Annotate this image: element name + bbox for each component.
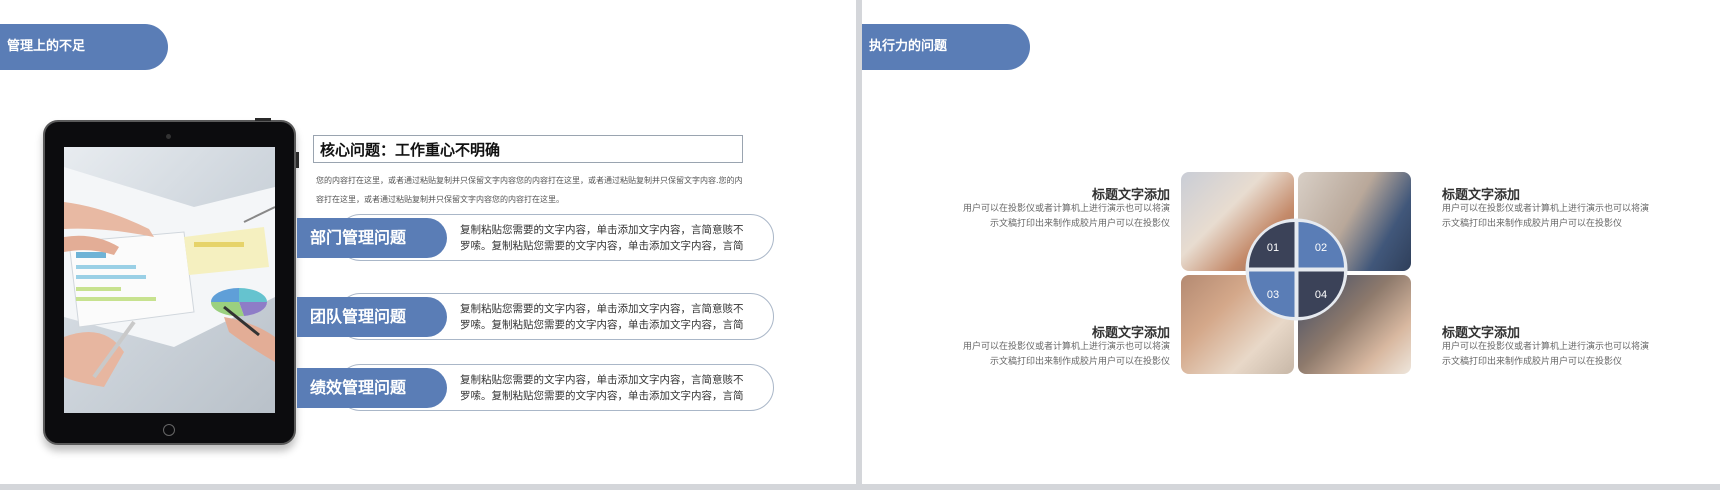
segment-label: 01: [1267, 242, 1279, 254]
segment-label: 03: [1267, 289, 1279, 301]
item-desc-line: 示文稿打印出来制作成胶片用户可以在投影仪: [989, 357, 1170, 367]
item-desc: 用户可以在投影仪或者计算机上进行演示也可以将演 示文稿打印出来制作成胶片用户可以…: [940, 340, 1170, 370]
slide-execution-issues: 执行力的问题 标题文字添加 用户可以在投影仪或者计算机上进行演示也可以将演 示文…: [862, 0, 1720, 484]
item-desc-line: 用户可以在投影仪或者计算机上进行演示也可以将演: [962, 204, 1170, 214]
item-title: 标题文字添加: [1442, 326, 1521, 341]
item-title: 标题文字添加: [1091, 188, 1170, 203]
item-desc-line: 示文稿打印出来制作成胶片用户可以在投影仪: [1442, 357, 1623, 367]
issue-text-line: 罗嗦。复制粘贴您需要的文字内容，单击添加文字内容，言简: [460, 319, 744, 331]
segment-circle: 01 02 03 04: [1245, 218, 1348, 321]
core-issue-heading: 核心问题：工作重心不明确: [313, 135, 743, 163]
item-desc: 用户可以在投影仪或者计算机上进行演示也可以将演 示文稿打印出来制作成胶片用户可以…: [1442, 340, 1672, 370]
tablet-volume-button: [296, 152, 299, 168]
item-desc-line: 示文稿打印出来制作成胶片用户可以在投影仪: [989, 219, 1170, 229]
issue-row-department: 部门管理问题 复制粘贴您需要的文字内容，单击添加文字内容，言简意赅不 罗嗦。复制…: [297, 214, 774, 261]
item-desc: 用户可以在投影仪或者计算机上进行演示也可以将演 示文稿打印出来制作成胶片用户可以…: [940, 202, 1170, 232]
tablet-screen-photo: [64, 147, 275, 413]
slide-title-tab: 执行力的问题: [862, 24, 1030, 70]
item-desc-line: 用户可以在投影仪或者计算机上进行演示也可以将演: [962, 342, 1170, 352]
item-title: 标题文字添加: [1442, 188, 1521, 203]
issue-label: 团队管理问题: [297, 297, 447, 337]
tablet-home-button: [163, 424, 175, 436]
business-documents-illustration: [64, 167, 275, 387]
issue-text-line: 复制粘贴您需要的文字内容，单击添加文字内容，言简意赅不: [460, 303, 744, 315]
issue-text-line: 罗嗦。复制粘贴您需要的文字内容，单击添加文字内容，言简: [460, 390, 744, 402]
issue-text-line: 复制粘贴您需要的文字内容，单击添加文字内容，言简意赅不: [460, 374, 744, 386]
segment-label: 02: [1315, 242, 1327, 254]
slide-management-shortcomings: 管理上的不足 核心问题：工作重心不明确 您的内容打在这里，或者通过粘贴复制并只保…: [0, 0, 856, 484]
slide-title-tab: 管理上的不足: [0, 24, 168, 70]
item-desc: 用户可以在投影仪或者计算机上进行演示也可以将演 示文稿打印出来制作成胶片用户可以…: [1442, 202, 1672, 232]
core-desc-line: 您的内容打在这里，或者通过粘贴复制并只保留文字内容您的内容打在这里，或者通过粘贴…: [316, 176, 743, 185]
issue-text-line: 复制粘贴您需要的文字内容，单击添加文字内容，言简意赅不: [460, 224, 744, 236]
four-photo-grid: 01 02 03 04: [1181, 172, 1411, 374]
issue-text: 复制粘贴您需要的文字内容，单击添加文字内容，言简意赅不 罗嗦。复制粘贴您需要的文…: [460, 222, 760, 254]
item-desc-line: 示文稿打印出来制作成胶片用户可以在投影仪: [1442, 219, 1623, 229]
issue-label: 部门管理问题: [297, 218, 447, 258]
issue-text-line: 罗嗦。复制粘贴您需要的文字内容，单击添加文字内容，言简: [460, 240, 744, 252]
tablet-image: [43, 118, 299, 445]
issue-text: 复制粘贴您需要的文字内容，单击添加文字内容，言简意赅不 罗嗦。复制粘贴您需要的文…: [460, 301, 760, 333]
item-desc-line: 用户可以在投影仪或者计算机上进行演示也可以将演: [1442, 342, 1650, 352]
core-desc-line: 容打在这里，或者通过粘贴复制并只保留文字内容您的内容打在这里。: [316, 195, 564, 204]
core-issue-description: 您的内容打在这里，或者通过粘贴复制并只保留文字内容您的内容打在这里，或者通过粘贴…: [316, 171, 766, 209]
segment-label: 04: [1315, 289, 1327, 301]
issue-label: 绩效管理问题: [297, 368, 447, 408]
issue-row-performance: 绩效管理问题 复制粘贴您需要的文字内容，单击添加文字内容，言简意赅不 罗嗦。复制…: [297, 364, 774, 411]
item-desc-line: 用户可以在投影仪或者计算机上进行演示也可以将演: [1442, 204, 1650, 214]
issue-row-team: 团队管理问题 复制粘贴您需要的文字内容，单击添加文字内容，言简意赅不 罗嗦。复制…: [297, 293, 774, 340]
tablet-camera: [166, 134, 171, 139]
item-title: 标题文字添加: [1091, 326, 1170, 341]
issue-text: 复制粘贴您需要的文字内容，单击添加文字内容，言简意赅不 罗嗦。复制粘贴您需要的文…: [460, 372, 760, 404]
tablet-power-button: [255, 118, 271, 121]
